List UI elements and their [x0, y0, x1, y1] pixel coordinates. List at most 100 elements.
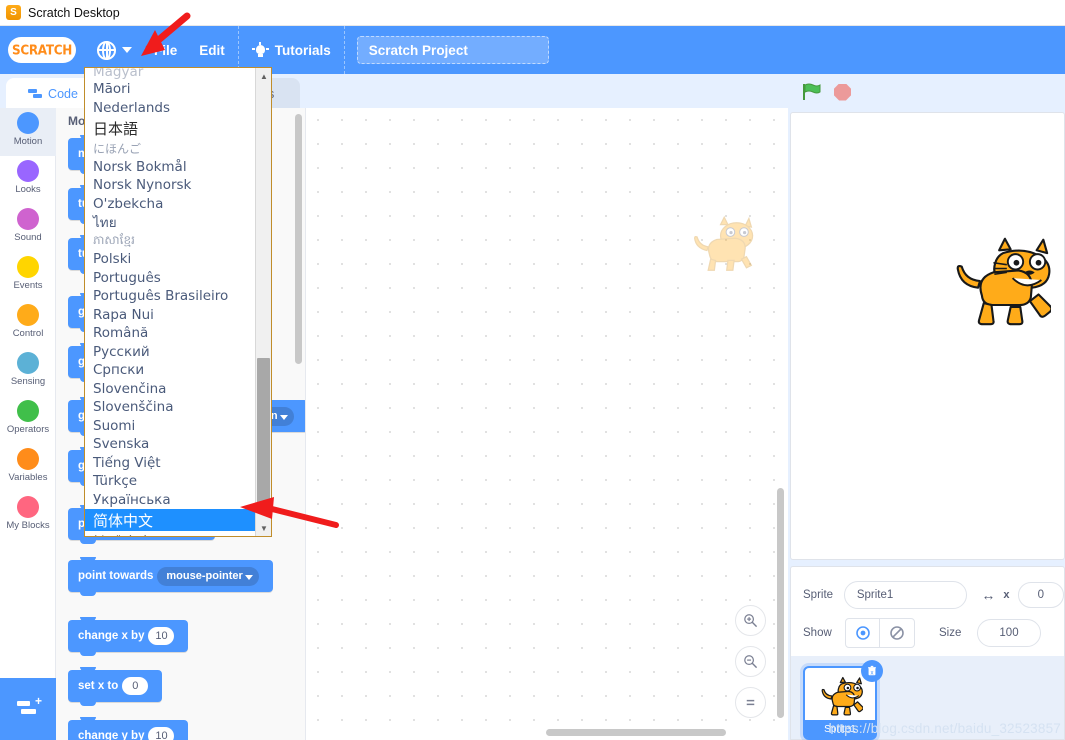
sprite-info-panel: Sprite Sprite1 ↔ x 0 Show — [790, 566, 1065, 656]
block-change-x-by-value[interactable]: 10 — [148, 627, 174, 645]
canvas-vertical-scrollbar[interactable] — [777, 488, 784, 718]
category-looks[interactable]: Looks — [0, 156, 56, 204]
block-change-y-by-label: change y by — [78, 730, 144, 740]
category-operators-label: Operators — [7, 424, 49, 435]
category-motion[interactable]: Motion — [0, 108, 56, 156]
language-option-maori[interactable]: Māori — [85, 80, 255, 99]
category-my-blocks-dot — [17, 496, 39, 518]
language-option-magyar[interactable]: Magyar — [85, 68, 255, 80]
block-point-towards-dropdown[interactable]: mouse-pointer — [157, 567, 258, 586]
scratch-logo-text: SCRATCH — [12, 42, 72, 57]
category-operators[interactable]: Operators — [0, 396, 56, 444]
code-canvas[interactable] — [306, 108, 788, 740]
category-events-label: Events — [13, 280, 42, 291]
language-option-norsk-bokmal[interactable]: Norsk Bokmål — [85, 158, 255, 177]
language-option-norsk-nynorsk[interactable]: Norsk Nynorsk — [85, 176, 255, 195]
language-option-polski[interactable]: Polski — [85, 250, 255, 269]
language-option-suomi[interactable]: Suomi — [85, 417, 255, 436]
language-dropdown-menu[interactable]: Magyar Māori Nederlands 日本語 にほんご Norsk B… — [84, 67, 272, 537]
language-option-japanese[interactable]: 日本語 — [85, 117, 255, 139]
language-option-traditional-chinese[interactable]: 繁體中文 — [85, 531, 255, 537]
language-dropdown-list: Magyar Māori Nederlands 日本語 にほんご Norsk B… — [85, 68, 255, 537]
category-looks-dot — [17, 160, 39, 182]
green-flag-icon[interactable] — [802, 83, 822, 101]
category-my-blocks[interactable]: My Blocks — [0, 492, 56, 540]
block-set-x-to[interactable]: set x to 0 — [68, 670, 162, 702]
add-sprite-icon: + — [17, 700, 39, 718]
language-option-tieng-viet[interactable]: Tiếng Việt — [85, 454, 255, 473]
block-set-x-to-value[interactable]: 0 — [122, 677, 148, 695]
language-option-svenska[interactable]: Svenska — [85, 435, 255, 454]
category-sensing[interactable]: Sensing — [0, 348, 56, 396]
language-option-nihongo[interactable]: にほんご — [85, 139, 255, 158]
category-motion-label: Motion — [14, 136, 43, 147]
scratch-cat-sprite — [955, 235, 1051, 327]
category-events-dot — [17, 256, 39, 278]
eye-visible-icon[interactable] — [846, 619, 880, 647]
stage-canvas[interactable] — [790, 112, 1065, 560]
sprite-thumbnail — [821, 676, 863, 716]
sprite-x-input[interactable]: 0 — [1018, 582, 1064, 608]
category-control-label: Control — [13, 328, 44, 339]
language-dropdown-scrollbar[interactable]: ▲ ▼ — [255, 68, 271, 536]
block-change-y-by-value[interactable]: 10 — [148, 727, 174, 740]
scroll-down-arrow[interactable]: ▼ — [256, 520, 272, 536]
canvas-horizontal-scrollbar[interactable] — [546, 729, 726, 736]
language-option-portugues[interactable]: Português — [85, 269, 255, 288]
language-option-slovencina[interactable]: Slovenčina — [85, 380, 255, 399]
scrollbar-thumb[interactable] — [257, 358, 270, 513]
stop-sign-icon[interactable] — [834, 84, 851, 101]
sprite-x-label: x — [1003, 589, 1009, 601]
language-option-simplified-chinese[interactable]: 简体中文 — [85, 509, 255, 531]
language-option-khmer[interactable]: ភាសាខ្មែរ — [85, 232, 255, 251]
sprite-size-input[interactable]: 100 — [977, 619, 1041, 647]
block-point-towards-label: point towards — [78, 570, 153, 582]
category-my-blocks-label: My Blocks — [6, 520, 49, 531]
zoom-in-icon[interactable] — [735, 605, 766, 636]
zoom-reset-icon[interactable] — [735, 687, 766, 718]
eye-hidden-icon[interactable] — [880, 619, 914, 647]
language-option-thai[interactable]: ไทย — [85, 213, 255, 232]
language-option-srpski[interactable]: Српски — [85, 361, 255, 380]
page-watermark: https://blog.csdn.net/baidu_32523857 — [829, 721, 1061, 736]
category-sound-label: Sound — [14, 232, 41, 243]
category-looks-label: Looks — [15, 184, 40, 195]
project-title-input[interactable]: Scratch Project — [357, 36, 549, 64]
language-option-slovenscina[interactable]: Slovenščina — [85, 398, 255, 417]
language-option-russian[interactable]: Русский — [85, 343, 255, 362]
sprite-name-input[interactable]: Sprite1 — [844, 581, 968, 609]
add-sprite-button[interactable]: + — [0, 678, 56, 740]
sprite-name-label: Sprite — [803, 589, 836, 601]
scratch-logo[interactable]: SCRATCH — [8, 37, 76, 63]
scratch-desktop-window: S Scratch Desktop SCRATCH File Edit Tuto… — [0, 0, 1065, 740]
block-change-x-by-label: change x by — [78, 630, 144, 642]
block-point-towards[interactable]: point towards mouse-pointer — [68, 560, 273, 592]
category-sensing-dot — [17, 352, 39, 374]
palette-scrollbar[interactable] — [295, 114, 302, 364]
category-events[interactable]: Events — [0, 252, 56, 300]
language-option-nederlands[interactable]: Nederlands — [85, 99, 255, 118]
chevron-down-icon — [122, 47, 132, 53]
language-option-ozbekcha[interactable]: O'zbekcha — [85, 195, 255, 214]
category-control[interactable]: Control — [0, 300, 56, 348]
sprite-show-toggle[interactable] — [845, 618, 915, 648]
category-control-dot — [17, 304, 39, 326]
language-option-ukrainian[interactable]: Українська — [85, 491, 255, 510]
zoom-out-icon[interactable] — [735, 646, 766, 677]
language-option-rapa-nui[interactable]: Rapa Nui — [85, 306, 255, 325]
scroll-up-arrow[interactable]: ▲ — [256, 68, 272, 84]
window-titlebar: S Scratch Desktop — [0, 0, 1065, 26]
trash-icon[interactable]: x — [861, 660, 883, 682]
window-title: Scratch Desktop — [28, 6, 120, 20]
language-option-turkce[interactable]: Türkçe — [85, 472, 255, 491]
block-change-x-by[interactable]: change x by 10 — [68, 620, 188, 652]
language-option-portugues-brasileiro[interactable]: Português Brasileiro — [85, 287, 255, 306]
category-sound[interactable]: Sound — [0, 204, 56, 252]
block-change-y-by[interactable]: change y by 10 — [68, 720, 188, 740]
sprite-size-label: Size — [939, 627, 969, 639]
sprite-info-row-2: Show Size 100 — [803, 617, 1064, 649]
category-variables-dot — [17, 448, 39, 470]
project-title-value: Scratch Project — [369, 43, 468, 58]
language-option-romana[interactable]: Română — [85, 324, 255, 343]
category-variables[interactable]: Variables — [0, 444, 56, 492]
